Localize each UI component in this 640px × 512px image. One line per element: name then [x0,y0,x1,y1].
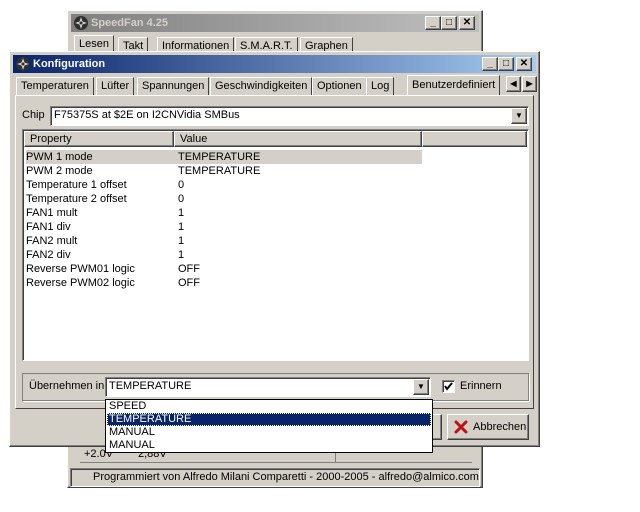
table-row[interactable]: PWM 1 mode TEMPERATURE [26,150,422,164]
row-value: 0 [178,193,185,205]
column-header-filler [422,131,527,147]
row-value: 1 [178,207,185,219]
dropdown-option[interactable]: MANUAL [107,426,431,439]
properties-table: Property Value PWM 1 mode TEMPERATURE PW… [22,129,529,361]
maximize-icon[interactable]: □ [441,16,457,30]
table-row[interactable]: FAN2 mult 1 [26,234,422,248]
tab-geschwindigkeiten[interactable]: Geschwindigkeiten [210,77,313,95]
close-icon[interactable]: ✕ [516,57,532,71]
table-body: PWM 1 mode TEMPERATURE PWM 2 mode TEMPER… [26,150,526,358]
row-property: Reverse PWM02 logic [26,277,135,289]
tab-luefter[interactable]: Lüfter [96,77,135,95]
red-x-icon [454,420,468,434]
tab-spannungen[interactable]: Spannungen [137,77,210,95]
row-property: FAN1 div [26,221,71,233]
row-property: FAN2 mult [26,235,78,247]
cancel-button[interactable]: Abbrechen [447,414,529,440]
chevron-down-icon[interactable]: ▼ [413,379,429,395]
remember-checkbox[interactable] [442,380,455,393]
chip-label: Chip [22,109,45,121]
remember-label: Erinnern [460,380,502,392]
chip-select[interactable]: F75375S at $2E on I2CNVidia SMBus ▼ [50,106,529,126]
row-property: FAN1 mult [26,207,78,219]
chip-select-value: F75375S at $2E on I2CNVidia SMBus [54,109,240,121]
config-title: Konfiguration [33,58,106,70]
row-property: PWM 2 mode [26,165,93,177]
dropdown-option[interactable]: MANUAL [107,439,431,452]
close-icon[interactable]: ✕ [459,16,475,30]
checkmark-icon [444,382,453,391]
cancel-label: Abbrechen [473,421,527,433]
row-value: 1 [178,221,185,233]
row-value: OFF [178,263,200,275]
status-bar: Programmiert von Alfredo Milani Comparet… [70,468,480,487]
row-property: Temperature 1 offset [26,179,127,191]
config-app-icon [15,56,31,72]
row-property: FAN2 div [26,249,71,261]
table-header: Property Value [24,131,527,147]
status-text: Programmiert von Alfredo Milani Comparet… [93,471,479,483]
row-value: TEMPERATURE [178,165,261,177]
tab-benutzerdefiniert[interactable]: Benutzerdefiniert [407,75,501,96]
row-value: 1 [178,235,185,247]
dropdown-option[interactable]: SPEED [107,400,431,413]
table-row[interactable]: Temperature 1 offset 0 [26,178,422,192]
apply-select[interactable]: TEMPERATURE ▼ [105,377,431,397]
row-value: OFF [178,277,200,289]
config-dialog: Konfiguration _ □ ✕ Temperaturen Lüfter … [9,51,540,447]
minimize-icon[interactable]: _ [482,57,498,71]
column-header-value[interactable]: Value [174,131,422,147]
maximize-icon[interactable]: □ [498,57,514,71]
row-property: PWM 1 mode [26,151,93,163]
table-row[interactable]: FAN2 div 1 [26,248,422,262]
table-row[interactable]: Temperature 2 offset 0 [26,192,422,206]
chevron-down-icon[interactable]: ▼ [511,108,527,124]
dropdown-option-selected[interactable]: TEMPERATURE [107,413,431,426]
table-row[interactable]: FAN1 mult 1 [26,206,422,220]
tab-optionen[interactable]: Optionen [312,77,367,95]
column-header-property[interactable]: Property [24,131,174,147]
apply-label: Übernehmen in [29,380,105,392]
table-row[interactable]: PWM 2 mode TEMPERATURE [26,164,422,178]
table-row[interactable]: FAN1 div 1 [26,220,422,234]
row-value: 1 [178,249,185,261]
apply-group: Übernehmen in TEMPERATURE ▼ Erinnern [22,373,529,401]
speedfan-titlebar[interactable]: SpeedFan 4.25 _ □ ✕ [71,14,479,32]
apply-select-value: TEMPERATURE [109,380,192,392]
row-property: Reverse PWM01 logic [26,263,135,275]
tab-scroll-left-icon[interactable]: ◀ [506,76,521,92]
speedfan-app-icon [73,15,89,31]
row-value: TEMPERATURE [178,151,261,163]
config-titlebar[interactable]: Konfiguration _ □ ✕ [13,55,536,73]
row-value: 0 [178,179,185,191]
row-property: Temperature 2 offset [26,193,127,205]
table-row[interactable]: Reverse PWM02 logic OFF [26,276,422,290]
tab-temperaturen[interactable]: Temperaturen [16,77,94,95]
tab-log[interactable]: Log [366,77,395,95]
table-row[interactable]: Reverse PWM01 logic OFF [26,262,422,276]
tab-scroll-right-icon[interactable]: ▶ [522,76,537,92]
tab-page: Chip F75375S at $2E on I2CNVidia SMBus ▼… [15,95,534,409]
minimize-icon[interactable]: _ [425,16,441,30]
apply-dropdown-list: SPEED TEMPERATURE MANUAL MANUAL [105,399,433,453]
speedfan-title: SpeedFan 4.25 [91,17,169,29]
